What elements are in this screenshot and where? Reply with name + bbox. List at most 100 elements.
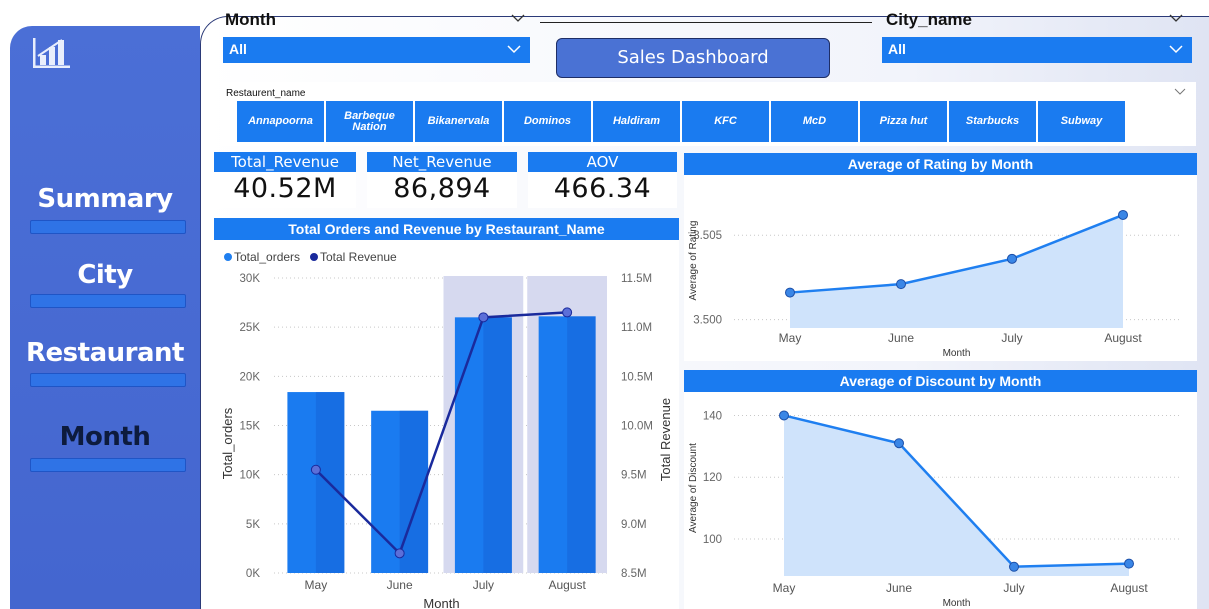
x-tick-label: August — [1104, 331, 1142, 345]
y-axis-title: Total_orders — [220, 407, 235, 479]
nav-city[interactable]: City — [10, 260, 200, 290]
x-axis-title: Month — [943, 348, 971, 359]
x-axis-title: Month — [943, 598, 971, 609]
rating-chart: Average of Rating by Month 3.500 3.505 May… — [684, 153, 1197, 361]
dashboard-root: Summary City Restaurant Month Month All … — [0, 0, 1209, 609]
y2-tick-label: 11.5M — [621, 273, 652, 285]
chevron-down-icon[interactable] — [510, 12, 526, 24]
revenue-point — [478, 312, 489, 323]
nav-summary[interactable]: Summary — [10, 184, 200, 214]
data-point — [1007, 253, 1017, 264]
x-tick-label: August — [548, 578, 586, 592]
x-tick-label: July — [1003, 581, 1024, 595]
restaurant-tile[interactable]: Annapoorna — [237, 101, 324, 142]
nav-month-button[interactable] — [30, 458, 186, 472]
data-point — [779, 410, 789, 421]
revenue-point — [310, 464, 321, 475]
x-tick-label: July — [473, 578, 494, 592]
restaurant-tile[interactable]: Haldiram — [593, 101, 680, 142]
y-tick-label: 3.500 — [693, 315, 722, 327]
y2-tick-label: 10.5M — [621, 371, 653, 383]
nav-month[interactable]: Month — [10, 422, 200, 452]
restaurant-tile[interactable]: Bikanervala — [415, 101, 502, 142]
data-point — [894, 438, 904, 449]
bar-shade — [483, 317, 512, 573]
restaurant-tile[interactable]: Barbeque Nation — [326, 101, 413, 142]
x-tick-label: June — [886, 581, 912, 595]
restaurant-tile[interactable]: McD — [771, 101, 858, 142]
y2-axis-title: Total Revenue — [658, 398, 673, 481]
y-axis-title: Average of Rating — [688, 221, 699, 301]
legend-label: Total Revenue — [320, 250, 397, 264]
data-point — [1124, 558, 1134, 569]
y2-tick-label: 9.0M — [621, 519, 647, 531]
city-slicer-title: City_name — [886, 10, 972, 29]
data-point — [896, 279, 906, 290]
x-tick-label: August — [1110, 581, 1148, 595]
kpi-value: 86,894 — [393, 173, 491, 204]
nav-summary-label: Summary — [37, 184, 173, 214]
kpi-label: Total_Revenue — [214, 152, 356, 172]
header-divider — [540, 22, 872, 23]
data-point — [785, 287, 795, 298]
restaurant-slicer-label: Restaurent_name — [226, 88, 306, 99]
city-dropdown[interactable]: All — [882, 37, 1192, 63]
y-tick-label: 100 — [703, 534, 722, 546]
x-tick-label: May — [779, 331, 802, 345]
y-tick-label: 10K — [240, 470, 261, 482]
x-tick-label: May — [773, 581, 796, 595]
nav-city-label: City — [77, 260, 133, 290]
bar-chart-icon — [33, 38, 70, 68]
y-tick-label: 15K — [240, 421, 261, 433]
bar-shade — [567, 316, 596, 573]
x-tick-label: June — [387, 578, 413, 592]
y-tick-label: 120 — [703, 472, 722, 484]
restaurant-tile[interactable]: Subway — [1038, 101, 1125, 142]
month-dropdown-value: All — [229, 41, 247, 57]
restaurant-tile[interactable]: Pizza hut — [860, 101, 947, 142]
restaurant-slicer: Restaurent_name Annapoorna Barbeque Nati… — [220, 82, 1196, 146]
area-fill — [784, 415, 1129, 576]
chevron-down-icon[interactable] — [1174, 88, 1186, 96]
restaurant-tile[interactable]: Starbucks — [949, 101, 1036, 142]
nav-summary-button[interactable] — [30, 220, 186, 234]
month-dropdown[interactable]: All — [223, 37, 530, 63]
kpi-value: 40.52M — [233, 173, 337, 204]
nav-month-label: Month — [59, 422, 151, 452]
y2-tick-label: 9.5M — [621, 470, 647, 482]
orders-revenue-chart: Total Orders and Revenue by Restaurant_N… — [214, 218, 679, 609]
chevron-down-icon — [1169, 45, 1183, 54]
y2-tick-label: 11.0M — [621, 322, 652, 334]
city-dropdown-value: All — [888, 41, 906, 57]
nav-city-button[interactable] — [30, 294, 186, 308]
x-tick-label: June — [888, 331, 914, 345]
nav-restaurant-label: Restaurant — [26, 338, 184, 368]
bar-shade — [399, 410, 429, 573]
chevron-down-icon[interactable] — [1168, 12, 1184, 24]
nav-restaurant-button[interactable] — [30, 373, 186, 387]
month-slicer-title: Month — [225, 10, 276, 29]
legend-marker — [310, 253, 318, 261]
y-tick-label: 0K — [246, 568, 260, 580]
legend-label: Total_orders — [234, 250, 300, 264]
orders-revenue-svg: Total_orders Total Revenue 0K 5K 10K 15K 20K 25… — [220, 250, 673, 609]
y2-tick-label: 10.0M — [621, 421, 653, 433]
kpi-value: 466.34 — [553, 173, 652, 204]
nav-restaurant[interactable]: Restaurant — [10, 338, 200, 368]
data-point — [1118, 209, 1128, 220]
x-axis-title: Month — [423, 596, 459, 609]
kpi-label: AOV — [528, 152, 677, 172]
y-tick-label: 25K — [240, 322, 261, 334]
revenue-point — [562, 307, 573, 318]
legend-marker — [224, 253, 232, 261]
restaurant-tile[interactable]: KFC — [682, 101, 769, 142]
x-tick-label: May — [305, 578, 328, 592]
y2-tick-label: 8.5M — [621, 568, 647, 580]
data-point — [1009, 561, 1019, 572]
discount-svg: 100 120 140 May June July August Month Average o… — [688, 410, 1179, 609]
y-tick-label: 5K — [246, 519, 260, 531]
rating-svg: 3.5003.505May June July AugustMonthAverage … — [688, 209, 1179, 359]
discount-chart: Average of Discount by Month 100 120 140 Ma… — [684, 370, 1197, 609]
kpi-label: Net_Revenue — [367, 152, 517, 172]
restaurant-tile[interactable]: Dominos — [504, 101, 591, 142]
